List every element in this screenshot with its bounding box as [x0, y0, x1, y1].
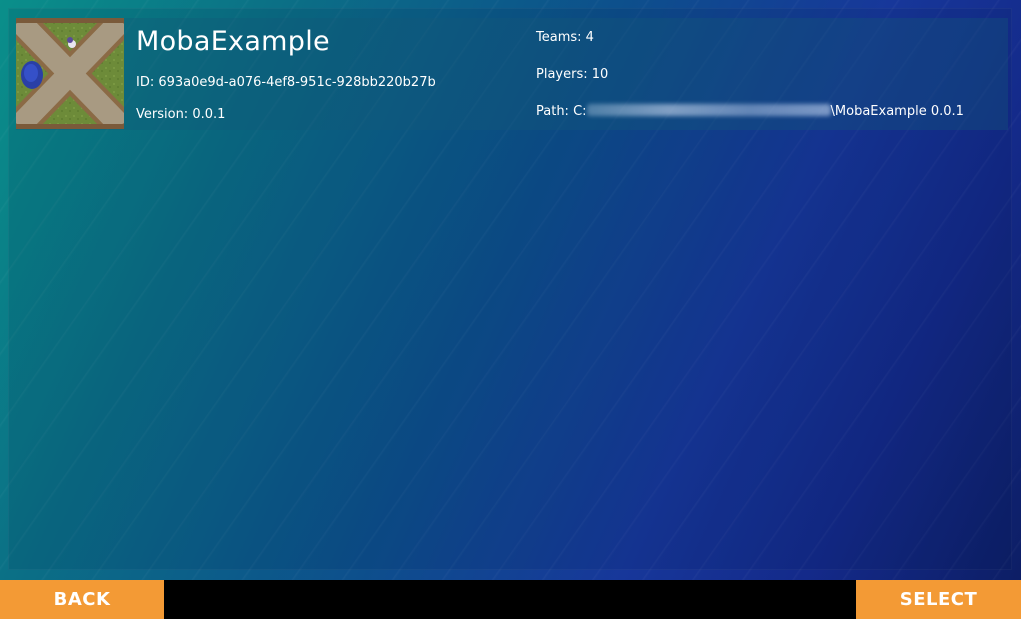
path-prefix: Path: C: [536, 104, 587, 119]
path-suffix: \MobaExample 0.0.1 [830, 104, 964, 119]
game-list-item[interactable]: MobaExample ID: 693a0e9d-a076-4ef8-951c-… [16, 18, 1008, 130]
back-button[interactable]: BACK [0, 580, 164, 619]
game-path: Path: C: \MobaExample 0.0.1 [536, 104, 964, 119]
game-version: Version: 0.0.1 [136, 107, 226, 122]
game-teams: Teams: 4 [536, 30, 594, 45]
select-button[interactable]: SELECT [856, 580, 1021, 619]
path-redacted [586, 104, 831, 116]
footer-bar: BACK SELECT [0, 580, 1021, 619]
game-players: Players: 10 [536, 67, 609, 82]
game-id: ID: 693a0e9d-a076-4ef8-951c-928bb220b27b [136, 75, 436, 90]
game-title: MobaExample [136, 26, 330, 57]
game-list-panel: MobaExample ID: 693a0e9d-a076-4ef8-951c-… [8, 8, 1012, 570]
moba-map-thumbnail-icon [16, 18, 124, 129]
game-select-screen: MobaExample ID: 693a0e9d-a076-4ef8-951c-… [0, 0, 1021, 619]
